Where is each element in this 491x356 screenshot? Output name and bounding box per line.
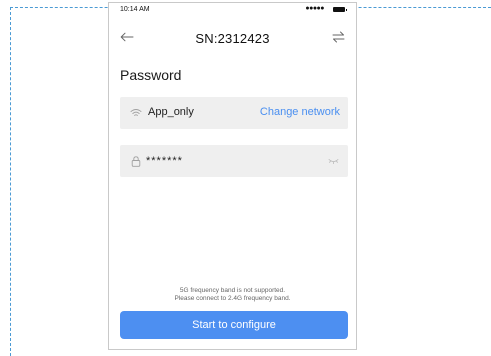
password-field[interactable] — [120, 145, 348, 177]
battery-icon — [333, 7, 347, 12]
status-time: 10:14 AM — [120, 6, 150, 13]
eye-closed-icon[interactable] — [327, 155, 339, 167]
notice-line-1: 5G frequency band is not supported. — [179, 287, 286, 294]
switch-device-button[interactable] — [330, 29, 346, 45]
nav-bar: SN:2312423 — [109, 21, 356, 55]
phone-screen: 10:14 AM ●●●●● SN:2312423 Password App_o… — [108, 2, 357, 350]
notice-line-2: Please connect to 2.4G frequency band. — [174, 295, 291, 302]
section-title: Password — [120, 67, 182, 83]
status-bar: 10:14 AM ●●●●● — [109, 3, 356, 17]
password-input[interactable] — [146, 151, 316, 171]
network-field: App_only Change network — [120, 97, 348, 129]
wifi-icon — [129, 106, 143, 120]
network-name: App_only — [148, 106, 194, 118]
frequency-notice: 5G frequency band is not supported. Plea… — [109, 287, 356, 303]
signal-dots-icon: ●●●●● — [305, 5, 324, 12]
lock-icon — [129, 154, 143, 168]
start-configure-button[interactable]: Start to configure — [120, 311, 348, 339]
page-title: SN:2312423 — [195, 31, 270, 46]
change-network-link[interactable]: Change network — [260, 106, 340, 118]
swap-arrows-icon — [332, 31, 344, 43]
